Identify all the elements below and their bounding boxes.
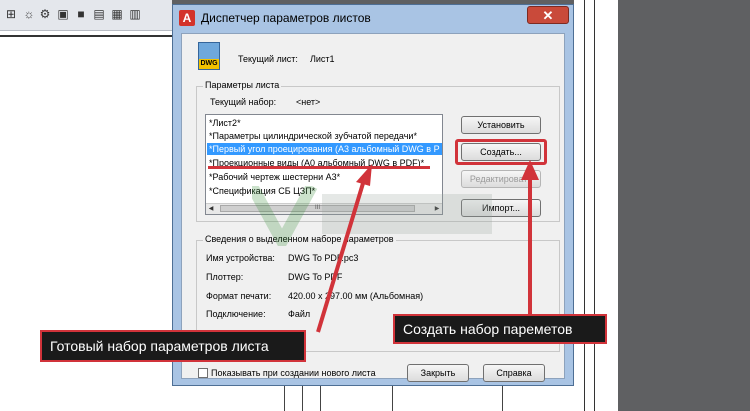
create-set-callout: Создать набор пареметов [393, 314, 607, 344]
list-item-selected[interactable]: *Первый угол проецирования (А3 альбомный… [207, 143, 442, 155]
show-on-new-sheet-checkbox[interactable] [198, 368, 208, 378]
device-name-label: Имя устройства: [206, 253, 275, 263]
gear-icon[interactable]: ⚙ [38, 7, 52, 21]
show-on-new-sheet-label: Показывать при создании нового листа [211, 368, 376, 378]
help-button[interactable]: Справка [483, 364, 545, 382]
autocad-logo-icon: A [179, 10, 195, 26]
paper-size-value: 420.00 x 297.00 мм (Альбомная) [288, 291, 424, 301]
close-button[interactable]: Закрыть [407, 364, 469, 382]
dialog-title: Диспетчер параметров листов [201, 11, 371, 25]
cad-drawing-area-bottom[interactable] [172, 386, 574, 411]
color-swatch-icon[interactable]: ■ [74, 7, 88, 21]
watermark-logo [252, 186, 492, 246]
list-item[interactable]: *Лист2* [209, 117, 241, 129]
paper-size-label: Формат печати: [206, 291, 272, 301]
plotter-value: DWG To PDF [288, 272, 343, 282]
connection-value: Файл [288, 309, 311, 319]
lightbulb-icon[interactable]: ☼ [22, 7, 36, 21]
scroll-left-icon[interactable]: ◀ [206, 204, 216, 214]
dwg-icon-label: DWG [199, 59, 219, 69]
drawing-line [284, 386, 285, 411]
ready-set-callout: Готовый набор параметров листа [40, 330, 306, 362]
cad-drawing-area-right[interactable] [574, 0, 618, 411]
box-icon[interactable]: ▣ [56, 7, 70, 21]
current-set-label: Текущий набор: [210, 97, 277, 107]
connection-label: Подключение: [206, 309, 266, 319]
drawing-frame-line [594, 0, 595, 411]
device-name-value: DWG To PDF.pc3 [288, 253, 359, 263]
drawing-frame-line [584, 0, 585, 411]
list-item[interactable]: *Параметры цилиндрической зубчатой перед… [209, 130, 417, 142]
drawing-line [392, 386, 393, 411]
current-sheet-value: Лист1 [310, 54, 335, 64]
drawing-line [320, 386, 321, 411]
drawing-line [502, 386, 503, 411]
current-sheet-label: Текущий лист: [238, 54, 298, 64]
plotter-label: Плоттер: [206, 272, 244, 282]
cad-toolbar: ⊞ ☼ ⚙ ▣ ■ ▤ ▦ ▥ [0, 0, 172, 31]
layer-state-icon[interactable]: ▥ [128, 7, 142, 21]
dwg-file-icon: DWG [198, 42, 220, 70]
layer-properties-icon[interactable]: ▤ [92, 7, 106, 21]
set-current-button[interactable]: Установить [461, 116, 541, 134]
current-set-value: <нет> [296, 97, 321, 107]
sheet-params-group-label: Параметры листа [203, 80, 282, 90]
title-bar[interactable]: A Диспетчер параметров листов ✕ [173, 5, 573, 31]
layer-icon[interactable]: ⊞ [4, 7, 18, 21]
close-window-button[interactable]: ✕ [527, 6, 569, 24]
list-item[interactable]: *Рабочий чертеж шестерни А3* [209, 171, 340, 183]
selected-item-underline [208, 166, 430, 169]
drawing-frame-line [0, 35, 172, 37]
drawing-line [302, 386, 303, 411]
grid-icon[interactable]: ▦ [110, 7, 124, 21]
create-button-highlight [455, 139, 547, 165]
